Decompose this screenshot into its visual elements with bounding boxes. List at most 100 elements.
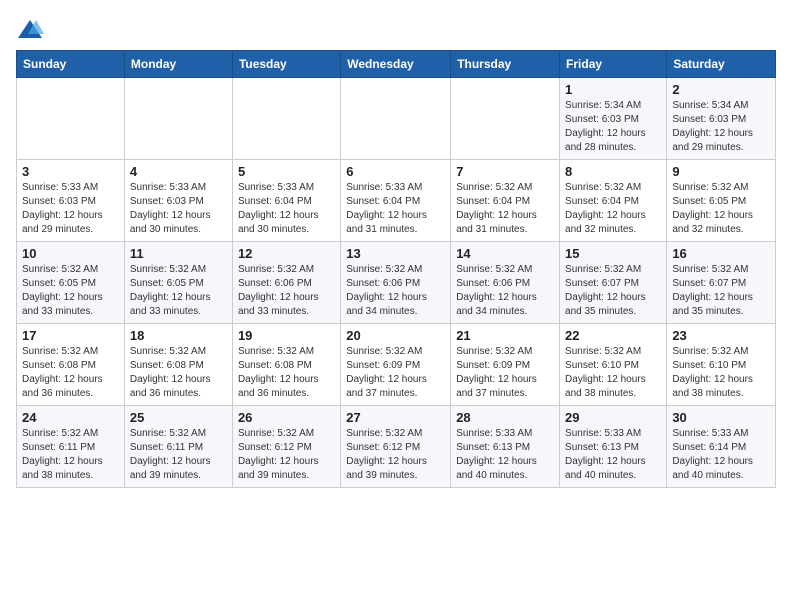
header-cell-saturday: Saturday: [667, 51, 776, 78]
day-number: 2: [672, 82, 770, 97]
day-cell: [451, 78, 560, 160]
day-number: 19: [238, 328, 335, 343]
day-info: Sunrise: 5:32 AM Sunset: 6:12 PM Dayligh…: [238, 427, 335, 483]
header-cell-tuesday: Tuesday: [232, 51, 340, 78]
calendar-table: SundayMondayTuesdayWednesdayThursdayFrid…: [16, 50, 776, 488]
day-cell: 14Sunrise: 5:32 AM Sunset: 6:06 PM Dayli…: [451, 242, 560, 324]
day-number: 29: [565, 410, 661, 425]
day-number: 15: [565, 246, 661, 261]
day-number: 5: [238, 164, 335, 179]
day-info: Sunrise: 5:32 AM Sunset: 6:09 PM Dayligh…: [456, 345, 554, 401]
day-cell: 25Sunrise: 5:32 AM Sunset: 6:11 PM Dayli…: [124, 406, 232, 488]
day-info: Sunrise: 5:32 AM Sunset: 6:05 PM Dayligh…: [22, 263, 119, 319]
day-cell: 16 Sunrise: 5:32 AM Sunset: 6:07 PM Dayli…: [667, 242, 776, 324]
day-number: 23: [672, 328, 770, 343]
day-info: Sunrise: 5:34 AM Sunset: 6:03 PM Dayligh…: [672, 99, 770, 155]
day-cell: 1 Sunrise: 5:34 AM Sunset: 6:03 PM Daylig…: [560, 78, 667, 160]
day-cell: [232, 78, 340, 160]
day-info: Sunrise: 5:32 AM Sunset: 6:12 PM Dayligh…: [346, 427, 445, 483]
day-cell: 17 Sunrise: 5:32 AM Sunset: 6:08 PM Dayli…: [17, 324, 125, 406]
day-cell: 6 Sunrise: 5:33 AM Sunset: 6:04 PM Daylig…: [341, 160, 451, 242]
week-row-1: 1 Sunrise: 5:34 AM Sunset: 6:03 PM Daylig…: [17, 78, 776, 160]
day-number: 17: [22, 328, 119, 343]
day-number: 21: [456, 328, 554, 343]
day-number: 14: [456, 246, 554, 261]
day-cell: 8 Sunrise: 5:32 AM Sunset: 6:04 PM Daylig…: [560, 160, 667, 242]
day-info: Sunrise: 5:33 AM Sunset: 6:04 PM Dayligh…: [346, 181, 445, 237]
day-number: 16: [672, 246, 770, 261]
day-number: 13: [346, 246, 445, 261]
day-cell: 28Sunrise: 5:33 AM Sunset: 6:13 PM Dayli…: [451, 406, 560, 488]
day-cell: 18Sunrise: 5:32 AM Sunset: 6:08 PM Dayli…: [124, 324, 232, 406]
day-cell: 15 Sunrise: 5:32 AM Sunset: 6:07 PM Dayli…: [560, 242, 667, 324]
day-cell: [124, 78, 232, 160]
day-info: Sunrise: 5:32 AM Sunset: 6:09 PM Dayligh…: [346, 345, 445, 401]
day-number: 11: [130, 246, 227, 261]
header-cell-sunday: Sunday: [17, 51, 125, 78]
day-number: 10: [22, 246, 119, 261]
day-cell: 19 Sunrise: 5:32 AM Sunset: 6:08 PM Dayli…: [232, 324, 340, 406]
day-cell: 23 Sunrise: 5:32 AM Sunset: 6:10 PM Dayli…: [667, 324, 776, 406]
day-cell: 7 Sunrise: 5:32 AM Sunset: 6:04 PM Daylig…: [451, 160, 560, 242]
day-info: Sunrise: 5:33 AM Sunset: 6:13 PM Dayligh…: [565, 427, 661, 483]
week-row-2: 3 Sunrise: 5:33 AM Sunset: 6:03 PM Daylig…: [17, 160, 776, 242]
page-header: [16, 16, 776, 44]
day-cell: 12 Sunrise: 5:32 AM Sunset: 6:06 PM Dayli…: [232, 242, 340, 324]
day-info: Sunrise: 5:32 AM Sunset: 6:10 PM Dayligh…: [565, 345, 661, 401]
day-info: Sunrise: 5:32 AM Sunset: 6:04 PM Dayligh…: [565, 181, 661, 237]
day-cell: [17, 78, 125, 160]
day-number: 24: [22, 410, 119, 425]
day-info: Sunrise: 5:32 AM Sunset: 6:06 PM Dayligh…: [238, 263, 335, 319]
header-cell-thursday: Thursday: [451, 51, 560, 78]
day-cell: 22 Sunrise: 5:32 AM Sunset: 6:10 PM Dayli…: [560, 324, 667, 406]
day-info: Sunrise: 5:32 AM Sunset: 6:07 PM Dayligh…: [565, 263, 661, 319]
day-cell: 5 Sunrise: 5:33 AM Sunset: 6:04 PM Daylig…: [232, 160, 340, 242]
day-info: Sunrise: 5:32 AM Sunset: 6:04 PM Dayligh…: [456, 181, 554, 237]
day-number: 4: [130, 164, 227, 179]
day-number: 3: [22, 164, 119, 179]
logo-icon: [16, 16, 44, 44]
day-info: Sunrise: 5:34 AM Sunset: 6:03 PM Dayligh…: [565, 99, 661, 155]
week-row-4: 17 Sunrise: 5:32 AM Sunset: 6:08 PM Dayli…: [17, 324, 776, 406]
day-info: Sunrise: 5:32 AM Sunset: 6:11 PM Dayligh…: [22, 427, 119, 483]
day-info: Sunrise: 5:32 AM Sunset: 6:05 PM Dayligh…: [130, 263, 227, 319]
day-info: Sunrise: 5:33 AM Sunset: 6:04 PM Dayligh…: [238, 181, 335, 237]
header-cell-monday: Monday: [124, 51, 232, 78]
header-cell-friday: Friday: [560, 51, 667, 78]
logo: [16, 16, 48, 44]
day-number: 27: [346, 410, 445, 425]
day-cell: 27 Sunrise: 5:32 AM Sunset: 6:12 PM Dayli…: [341, 406, 451, 488]
day-info: Sunrise: 5:32 AM Sunset: 6:08 PM Dayligh…: [238, 345, 335, 401]
day-cell: 4 Sunrise: 5:33 AM Sunset: 6:03 PM Daylig…: [124, 160, 232, 242]
day-number: 9: [672, 164, 770, 179]
day-number: 8: [565, 164, 661, 179]
day-cell: [341, 78, 451, 160]
day-cell: 26 Sunrise: 5:32 AM Sunset: 6:12 PM Dayli…: [232, 406, 340, 488]
day-info: Sunrise: 5:33 AM Sunset: 6:14 PM Dayligh…: [672, 427, 770, 483]
day-info: Sunrise: 5:32 AM Sunset: 6:06 PM Dayligh…: [346, 263, 445, 319]
day-info: Sunrise: 5:32 AM Sunset: 6:11 PM Dayligh…: [130, 427, 227, 483]
day-info: Sunrise: 5:32 AM Sunset: 6:10 PM Dayligh…: [672, 345, 770, 401]
day-cell: 3Sunrise: 5:33 AM Sunset: 6:03 PM Daylig…: [17, 160, 125, 242]
day-cell: 13 Sunrise: 5:32 AM Sunset: 6:06 PM Dayli…: [341, 242, 451, 324]
day-cell: 29 Sunrise: 5:33 AM Sunset: 6:13 PM Dayli…: [560, 406, 667, 488]
day-number: 20: [346, 328, 445, 343]
day-info: Sunrise: 5:33 AM Sunset: 6:03 PM Dayligh…: [130, 181, 227, 237]
day-number: 1: [565, 82, 661, 97]
header-row: SundayMondayTuesdayWednesdayThursdayFrid…: [17, 51, 776, 78]
week-row-5: 24 Sunrise: 5:32 AM Sunset: 6:11 PM Dayli…: [17, 406, 776, 488]
day-number: 6: [346, 164, 445, 179]
day-cell: 9 Sunrise: 5:32 AM Sunset: 6:05 PM Daylig…: [667, 160, 776, 242]
day-cell: 24 Sunrise: 5:32 AM Sunset: 6:11 PM Dayli…: [17, 406, 125, 488]
day-number: 22: [565, 328, 661, 343]
day-number: 7: [456, 164, 554, 179]
day-info: Sunrise: 5:32 AM Sunset: 6:08 PM Dayligh…: [130, 345, 227, 401]
day-info: Sunrise: 5:32 AM Sunset: 6:08 PM Dayligh…: [22, 345, 119, 401]
day-number: 28: [456, 410, 554, 425]
day-cell: 21 Sunrise: 5:32 AM Sunset: 6:09 PM Dayli…: [451, 324, 560, 406]
day-info: Sunrise: 5:32 AM Sunset: 6:05 PM Dayligh…: [672, 181, 770, 237]
header-cell-wednesday: Wednesday: [341, 51, 451, 78]
day-info: Sunrise: 5:32 AM Sunset: 6:07 PM Dayligh…: [672, 263, 770, 319]
day-number: 12: [238, 246, 335, 261]
day-number: 26: [238, 410, 335, 425]
